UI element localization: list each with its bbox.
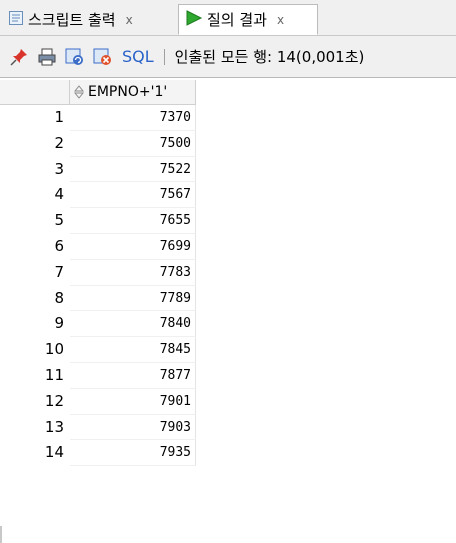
table-row[interactable]: 12 7901 (0, 388, 456, 415)
close-icon[interactable]: x (126, 13, 133, 27)
empno-cell[interactable]: 7935 (70, 440, 196, 467)
tab-label: 스크립트 출력 (28, 11, 116, 29)
row-number[interactable]: 9 (0, 311, 70, 337)
table-row[interactable]: 10 7845 (0, 337, 456, 363)
row-number[interactable]: 2 (0, 131, 70, 157)
empno-cell[interactable]: 7655 (70, 208, 196, 234)
row-number[interactable]: 12 (0, 389, 70, 415)
row-number[interactable]: 3 (0, 157, 70, 183)
empno-cell[interactable]: 7500 (70, 130, 196, 157)
empno-cell[interactable]: 7877 (70, 362, 196, 389)
empno-cell[interactable]: 7783 (70, 259, 196, 286)
delete-icon[interactable] (92, 46, 114, 68)
tab-query-result[interactable]: 질의 결과 x (178, 4, 318, 35)
grid-body: 1 7370 2 7500 3 7522 4 7567 5 7655 6 7699 7 7783 8 7789… (0, 105, 456, 467)
pin-icon[interactable] (8, 46, 30, 68)
empno-cell[interactable]: 7789 (70, 285, 196, 312)
empno-cell[interactable]: 7699 (70, 233, 196, 260)
row-number[interactable]: 10 (0, 337, 70, 363)
table-row[interactable]: 9 7840 (0, 311, 456, 338)
result-grid: EMPNO+'1' 1 7370 2 7500 3 7522 4 7567 5 7655 6 7699… (0, 80, 456, 467)
row-number-header (0, 80, 70, 105)
column-header-label: EMPNO+'1' (88, 84, 168, 100)
refresh-icon[interactable] (64, 46, 86, 68)
toolbar-separator (163, 48, 165, 65)
row-number[interactable]: 4 (0, 182, 70, 208)
table-row[interactable]: 8 7789 (0, 285, 456, 312)
tab-label: 질의 결과 (207, 11, 267, 29)
script-output-icon (8, 10, 24, 30)
row-number[interactable]: 5 (0, 208, 70, 234)
table-row[interactable]: 3 7522 (0, 156, 456, 183)
empno-cell[interactable]: 7522 (70, 156, 196, 183)
run-arrow-icon (185, 9, 203, 31)
tab-script-output[interactable]: 스크립트 출력 x (2, 4, 174, 35)
grid-header: EMPNO+'1' (0, 80, 456, 105)
sort-icon[interactable] (74, 85, 84, 99)
empno-cell[interactable]: 7370 (70, 105, 196, 131)
table-row[interactable]: 11 7877 (0, 362, 456, 389)
row-number[interactable]: 13 (0, 415, 70, 441)
table-row[interactable]: 13 7903 (0, 414, 456, 441)
table-row[interactable]: 7 7783 (0, 259, 456, 286)
row-number[interactable]: 1 (0, 105, 70, 131)
empno-cell[interactable]: 7845 (70, 337, 196, 363)
row-number[interactable]: 7 (0, 260, 70, 286)
tab-bar: 스크립트 출력 x 질의 결과 x (0, 0, 456, 36)
close-icon[interactable]: x (277, 13, 284, 27)
row-number[interactable]: 8 (0, 286, 70, 312)
column-header-empno[interactable]: EMPNO+'1' (70, 80, 196, 105)
row-number[interactable]: 11 (0, 363, 70, 389)
fetch-status: 인출된 모든 행: 14(0,001초) (174, 48, 365, 66)
table-row[interactable]: 5 7655 (0, 208, 456, 234)
table-row[interactable]: 4 7567 (0, 182, 456, 209)
table-row[interactable]: 2 7500 (0, 130, 456, 157)
table-row[interactable]: 6 7699 (0, 233, 456, 260)
table-row[interactable]: 14 7935 (0, 440, 456, 467)
result-toolbar: SQL 인출된 모든 행: 14(0,001초) (0, 36, 456, 78)
table-row[interactable]: 1 7370 (0, 105, 456, 131)
empno-cell[interactable]: 7840 (70, 311, 196, 338)
print-icon[interactable] (36, 46, 58, 68)
row-number[interactable]: 6 (0, 234, 70, 260)
sql-button[interactable]: SQL (122, 47, 154, 66)
empno-cell[interactable]: 7901 (70, 388, 196, 415)
row-number[interactable]: 14 (0, 440, 70, 466)
empno-cell[interactable]: 7903 (70, 414, 196, 441)
empno-cell[interactable]: 7567 (70, 182, 196, 209)
scroll-edge (0, 526, 2, 543)
